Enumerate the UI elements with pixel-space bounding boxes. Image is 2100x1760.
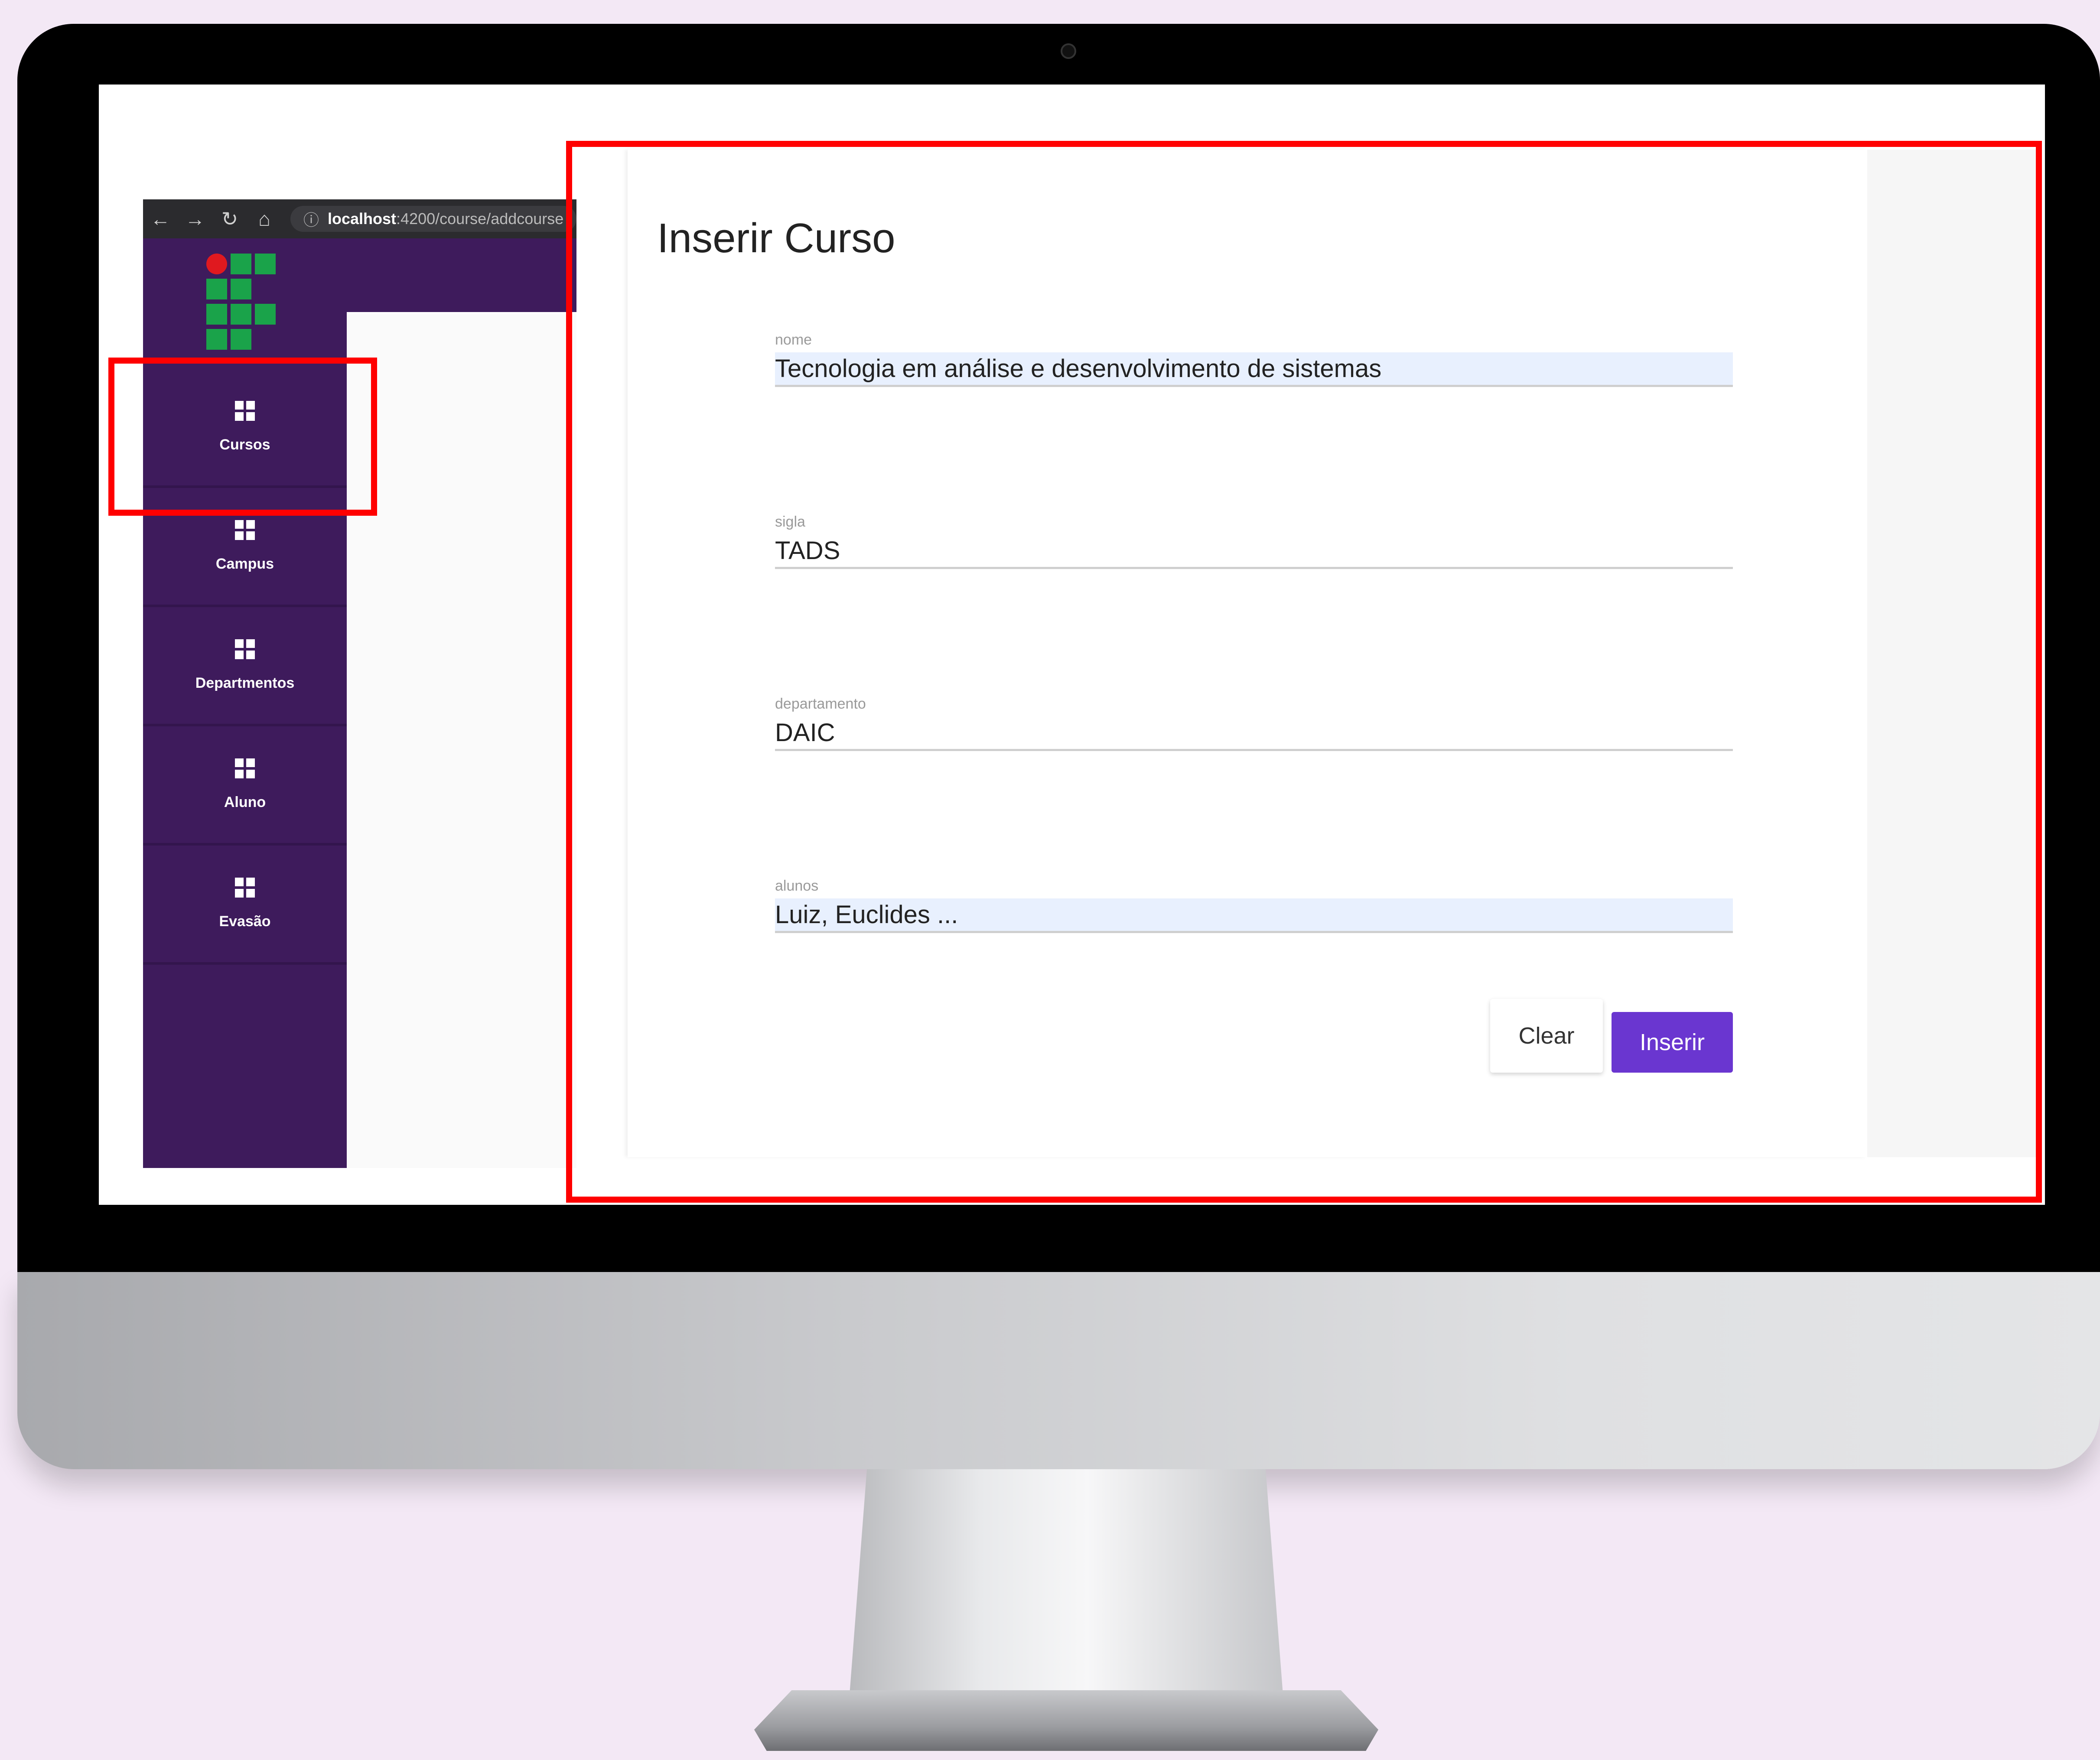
dashboard-icon	[235, 758, 255, 778]
sidebar-item-evasao[interactable]: Evasão	[143, 845, 347, 965]
monitor-stand	[850, 1469, 1283, 1695]
dashboard-icon	[235, 520, 255, 540]
sidebar-item-label: Campus	[215, 555, 274, 572]
institution-logo	[206, 254, 280, 353]
sidebar-item-label: Aluno	[224, 794, 266, 810]
reload-icon[interactable]: ↻	[212, 207, 247, 231]
monitor-screen: ← → ↻ ⌂ ⓘ localhost :4200/course/addcour…	[99, 85, 2045, 1205]
camera-icon	[1061, 43, 1076, 59]
highlight-frame-form	[566, 141, 2042, 1203]
app-content-area	[347, 314, 576, 1168]
forward-arrow-icon[interactable]: →	[178, 207, 212, 231]
dashboard-icon	[235, 639, 255, 659]
sidebar-item-label: Departmentos	[195, 674, 295, 691]
home-icon[interactable]: ⌂	[247, 207, 282, 231]
info-icon: ⓘ	[303, 211, 319, 229]
sidebar-item-departmentos[interactable]: Departmentos	[143, 607, 347, 726]
monitor-chin	[17, 1272, 2100, 1469]
url-host: localhost	[328, 210, 397, 228]
monitor-stand-base	[754, 1690, 1378, 1751]
url-path: :4200/course/addcourse	[396, 210, 564, 228]
sidebar-item-label: Evasão	[219, 913, 271, 930]
dashboard-icon	[235, 877, 255, 898]
back-arrow-icon[interactable]: ←	[143, 207, 178, 231]
address-bar[interactable]: ⓘ localhost :4200/course/addcourse	[290, 206, 576, 232]
highlight-frame-nav	[108, 358, 377, 516]
sidebar-item-aluno[interactable]: Aluno	[143, 726, 347, 846]
browser-toolbar: ← → ↻ ⌂ ⓘ localhost :4200/course/addcour…	[143, 199, 576, 238]
